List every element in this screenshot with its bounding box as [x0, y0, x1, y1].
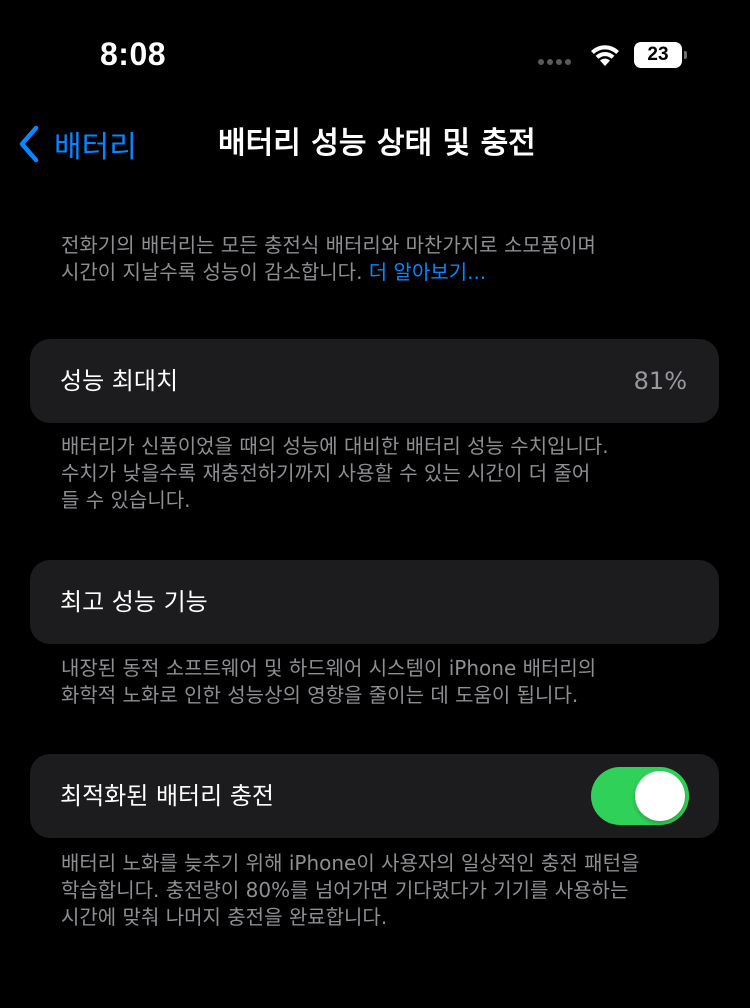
learn-more-link[interactable]: 더 알아보기...: [369, 260, 486, 284]
optimized-charging-toggle[interactable]: [591, 767, 689, 825]
peak-performance-footer: 내장된 동적 소프트웨어 및 하드웨어 시스템이 iPhone 배터리의 화학적…: [61, 655, 596, 709]
intro-line-2: 시간이 지날수록 성능이 감소합니다. 더 알아보기...: [61, 259, 596, 286]
footer-line: 학습합니다. 충전량이 80%를 넘어가면 기다렸다가 기기를 사용하는: [61, 878, 629, 902]
back-button-label: 배터리: [54, 130, 137, 165]
intro-text: 전화기의 배터리는 모든 충전식 배터리와 마찬가지로 소모품이며 시간이 지날…: [61, 232, 596, 286]
footer-line: 배터리가 신품이었을 때의 성능에 대비한 배터리 성능 수치입니다.: [61, 434, 609, 458]
max-capacity-card: 성능 최대치 81%: [30, 339, 719, 423]
optimized-charging-card: 최적화된 배터리 충전: [30, 754, 719, 838]
intro-line-2-text: 시간이 지날수록 성능이 감소합니다.: [61, 260, 363, 284]
footer-line: 시간에 맞춰 나머지 충전을 완료합니다.: [61, 905, 388, 929]
max-capacity-footer: 배터리가 신품이었을 때의 성능에 대비한 배터리 성능 수치입니다. 수치가 …: [61, 433, 609, 514]
battery-level: 23: [634, 42, 682, 68]
page-title: 배터리 성능 상태 및 충전: [218, 126, 536, 161]
wifi-icon: [591, 45, 619, 66]
toggle-knob: [635, 771, 685, 821]
status-bar: 8:08 23: [0, 0, 750, 100]
optimized-charging-footer: 배터리 노화를 늦추기 위해 iPhone이 사용자의 일상적인 충전 패턴을 …: [61, 850, 639, 931]
optimized-charging-label: 최적화된 배터리 충전: [60, 782, 274, 810]
intro-line-1: 전화기의 배터리는 모든 충전식 배터리와 마찬가지로 소모품이며: [61, 233, 596, 257]
max-capacity-label: 성능 최대치: [60, 367, 179, 395]
chevron-left-icon: [19, 125, 39, 163]
footer-line: 수치가 낮을수록 재충전하기까지 사용할 수 있는 시간이 더 줄어: [61, 461, 591, 485]
peak-performance-label: 최고 성능 기능: [60, 588, 208, 616]
status-time: 8:08: [100, 36, 167, 72]
footer-line: 들 수 있습니다.: [61, 488, 191, 512]
footer-line: 내장된 동적 소프트웨어 및 하드웨어 시스템이 iPhone 배터리의: [61, 656, 597, 680]
footer-line: 배터리 노화를 늦추기 위해 iPhone이 사용자의 일상적인 충전 패턴을: [61, 851, 640, 875]
peak-performance-card: 최고 성능 기능: [30, 560, 719, 644]
cellular-dots-icon: [538, 59, 571, 65]
back-button[interactable]: 배터리: [16, 124, 137, 165]
max-capacity-value: 81%: [633, 367, 687, 395]
footer-line: 화학적 노화로 인한 성능상의 영향을 줄이는 데 도움이 됩니다.: [61, 683, 579, 707]
battery-tip: [684, 51, 687, 59]
battery-icon: 23: [634, 42, 688, 68]
